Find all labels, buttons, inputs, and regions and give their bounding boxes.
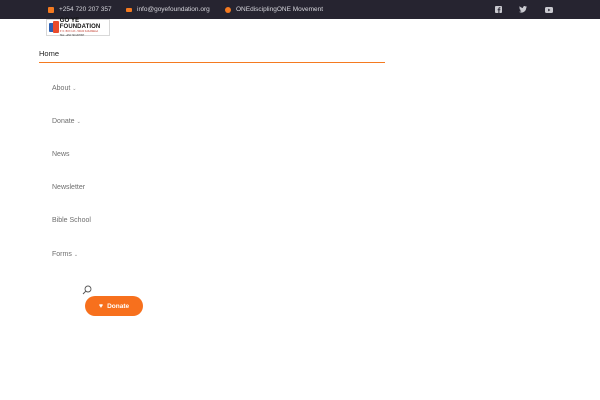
search-icon[interactable] (82, 282, 92, 295)
logo-mark-icon (49, 21, 59, 34)
nav-item-newsletter[interactable]: Newsletter (52, 184, 85, 191)
nav-item-bible-school[interactable]: Bible School (52, 217, 91, 224)
chevron-down-icon: ⌄ (72, 85, 77, 92)
envelope-icon (126, 7, 132, 12)
nav-item-label: News (52, 151, 70, 158)
top-bar: +254 720 207 357 info@goyefoundation.org… (0, 0, 600, 19)
chevron-down-icon: ⌄ (73, 251, 79, 258)
nav-item-donate[interactable]: Donate ⌄ (52, 118, 81, 125)
facebook-icon[interactable] (494, 5, 503, 14)
movement-link[interactable]: ONEdisciplingONE Movement (225, 0, 323, 19)
active-nav-underline (39, 62, 385, 63)
nav-item-home[interactable]: Home (39, 49, 59, 58)
phone-contact[interactable]: +254 720 207 357 (48, 0, 112, 19)
logo-text: GO YE FOUNDATION P. O. BOX 123 - 50100 K… (60, 18, 109, 37)
nav-item-label: About (52, 85, 71, 92)
twitter-icon[interactable] (518, 5, 527, 14)
nav-item-label: Forms (52, 251, 72, 258)
nav-item-label: Newsletter (52, 184, 86, 191)
donate-button[interactable]: ♥ Donate (85, 296, 143, 316)
nav-item-forms[interactable]: Forms ⌄ (52, 251, 78, 258)
email-address[interactable]: info@goyefoundation.org (137, 6, 210, 13)
donate-button-label: Donate (107, 302, 130, 310)
phone-icon (48, 6, 54, 13)
nav-item-news[interactable]: News (52, 151, 70, 158)
globe-icon (225, 6, 231, 13)
logo-tagline: TEL: +254 720 207357 (59, 33, 85, 37)
chevron-down-icon: ⌄ (76, 118, 81, 125)
email-contact[interactable]: info@goyefoundation.org (126, 0, 210, 19)
nav-item-label: Bible School (52, 217, 91, 224)
site-logo[interactable]: GO YE FOUNDATION P. O. BOX 123 - 50100 K… (46, 18, 110, 37)
movement-label[interactable]: ONEdisciplingONE Movement (236, 6, 323, 13)
phone-number[interactable]: +254 720 207 357 (59, 6, 112, 13)
youtube-icon[interactable] (544, 5, 553, 14)
logo-title: GO YE FOUNDATION (59, 18, 101, 31)
heart-icon: ♥ (98, 302, 104, 310)
nav-item-about[interactable]: About ⌄ (52, 85, 77, 92)
nav-item-label: Donate (52, 118, 75, 125)
